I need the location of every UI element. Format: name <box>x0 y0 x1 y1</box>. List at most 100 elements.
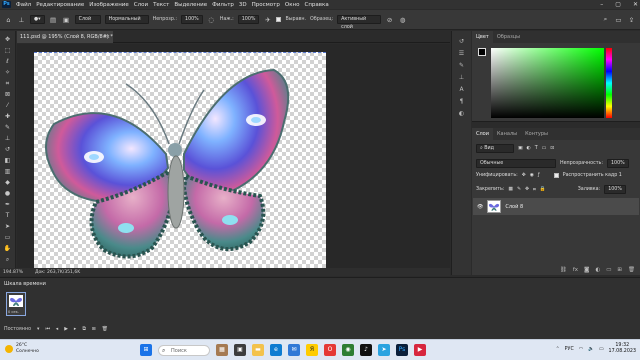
airbrush-icon[interactable]: ✈ <box>263 15 272 24</box>
layer-opacity-input[interactable]: 100% <box>607 159 629 168</box>
tray-chevron-icon[interactable]: ⌃ <box>556 347 560 352</box>
layer-name[interactable]: Слой 8 <box>505 204 523 210</box>
visibility-eye-icon[interactable]: 👁 <box>477 204 483 210</box>
home-icon[interactable]: ⌂ <box>4 15 13 24</box>
clone-source-icon[interactable]: ▣ <box>62 15 71 24</box>
marquee-tool-icon[interactable]: ⬚ <box>3 46 13 55</box>
photoshop-taskbar-icon[interactable]: Ps <box>396 344 408 356</box>
frame-duration[interactable]: 0 сек. <box>8 310 19 314</box>
sample-dropdown[interactable]: Активный слой <box>337 15 382 30</box>
windows-start-icon[interactable]: ⊞ <box>140 344 152 356</box>
share-icon[interactable]: ⇪ <box>627 15 636 24</box>
telegram-icon[interactable]: ➤ <box>378 344 390 356</box>
frame-tool-icon[interactable]: ⊠ <box>3 90 13 99</box>
lock-artboard-icon[interactable]: ⌗ <box>533 187 536 193</box>
filter-pixel-icon[interactable]: ▣ <box>518 146 523 151</box>
unify-visibility-icon[interactable]: ◉ <box>530 173 534 178</box>
brush-settings-icon[interactable]: ▤ <box>49 15 58 24</box>
clone-stamp-icon[interactable]: ⊥ <box>17 15 26 24</box>
lock-all-icon[interactable]: 🔒 <box>540 187 546 192</box>
media-app-icon[interactable]: ▶ <box>414 344 426 356</box>
add-mask-icon[interactable]: ◙ <box>584 267 589 273</box>
blur-tool-icon[interactable]: ◆ <box>3 178 13 187</box>
link-layers-icon[interactable]: ⛓ <box>560 267 567 273</box>
menu-help[interactable]: Справка <box>304 2 328 8</box>
history-brush-tool-icon[interactable]: ↺ <box>3 145 13 154</box>
filter-smart-icon[interactable]: ⊡ <box>550 146 554 151</box>
propagate-checkbox[interactable] <box>553 173 559 178</box>
zoom-tool-icon[interactable]: ⌕ <box>3 255 13 264</box>
weather-widget[interactable]: 26°C Солнечно <box>5 343 39 355</box>
panel-foreground-swatch[interactable] <box>478 48 486 56</box>
gradient-tool-icon[interactable]: ▥ <box>3 167 13 176</box>
layer-row[interactable]: 👁 Слой 8 <box>473 198 639 215</box>
first-frame-icon[interactable]: ⏮ <box>45 326 49 332</box>
ignore-adjustment-icon[interactable]: ⊘ <box>385 15 394 24</box>
menu-edit[interactable]: Редактирование <box>36 2 84 8</box>
menu-select[interactable]: Выделение <box>174 2 207 8</box>
pressure-opacity-icon[interactable]: ◌ <box>207 15 216 24</box>
adjustments-icon[interactable]: ◐ <box>457 109 467 118</box>
mail-icon[interactable]: ✉ <box>288 344 300 356</box>
timeline-title[interactable]: Шкала времени <box>4 281 46 287</box>
widget-image-icon[interactable]: ▦ <box>216 344 228 356</box>
eraser-tool-icon[interactable]: ◧ <box>3 156 13 165</box>
menu-image[interactable]: Изображение <box>89 2 129 8</box>
timeline-frame[interactable]: 0 сек. <box>6 292 26 316</box>
canvas-area[interactable] <box>17 44 450 268</box>
delete-layer-icon[interactable]: 🗑 <box>628 267 635 273</box>
eyedropper-tool-icon[interactable]: ⁄ <box>3 101 13 110</box>
lock-position-icon[interactable]: ✥ <box>525 187 529 192</box>
lock-pixels-icon[interactable]: ▦ <box>508 187 513 192</box>
menu-filter[interactable]: Фильтр <box>212 2 234 8</box>
align-checkbox[interactable] <box>276 17 282 22</box>
color-picker-field[interactable] <box>491 48 604 118</box>
healing-brush-tool-icon[interactable]: ✚ <box>3 112 13 121</box>
close-button[interactable]: ✕ <box>633 1 638 8</box>
wifi-icon[interactable]: ◠ <box>579 347 583 352</box>
pen-tool-icon[interactable]: ✒ <box>3 200 13 209</box>
menu-file[interactable]: Файл <box>16 2 31 8</box>
lock-paint-icon[interactable]: ✎ <box>517 187 521 192</box>
pressure-size-icon[interactable]: ◍ <box>398 15 407 24</box>
tab-color[interactable]: Цвет <box>472 31 493 43</box>
edge-icon[interactable]: e <box>270 344 282 356</box>
properties-icon[interactable]: ☰ <box>457 49 467 58</box>
tab-swatches[interactable]: Образцы <box>493 31 524 43</box>
new-frame-icon[interactable]: ⊞ <box>92 327 96 332</box>
clone-source-panel-icon[interactable]: ⊥ <box>457 73 467 82</box>
brush-tool-icon[interactable]: ✎ <box>3 123 13 132</box>
type-tool-icon[interactable]: T <box>3 211 13 220</box>
close-tab-icon[interactable]: × <box>106 31 110 43</box>
yandex-icon[interactable]: Я <box>306 344 318 356</box>
prev-frame-icon[interactable]: ◂ <box>56 327 58 332</box>
file-explorer-icon[interactable]: ▬ <box>252 344 264 356</box>
dodge-tool-icon[interactable]: ● <box>3 189 13 198</box>
filter-type-icon[interactable]: T <box>535 146 538 151</box>
path-selection-tool-icon[interactable]: ➤ <box>3 222 13 231</box>
layer-style-icon[interactable]: fx <box>573 267 578 273</box>
history-icon[interactable]: ↺ <box>457 37 467 46</box>
menu-3d[interactable]: 3D <box>239 2 247 8</box>
unify-style-icon[interactable]: ƒ <box>538 173 540 178</box>
fill-input[interactable]: 100% <box>604 185 626 194</box>
document-tab[interactable]: 111.psd @ 195% (Слой 8, RGB/8#) * × <box>17 31 113 43</box>
brush-panel-icon[interactable]: ✎ <box>457 61 467 70</box>
blend-mode-dropdown[interactable]: Обычные <box>476 159 556 168</box>
task-view-icon[interactable]: ▣ <box>234 344 246 356</box>
filter-adjust-icon[interactable]: ◐ <box>527 146 531 151</box>
hue-slider[interactable] <box>606 48 612 118</box>
tab-layers[interactable]: Слои <box>472 128 493 140</box>
delete-frame-icon[interactable]: 🗑 <box>102 327 108 332</box>
new-layer-icon[interactable]: ⊞ <box>617 267 622 273</box>
filter-shape-icon[interactable]: ▭ <box>542 146 547 151</box>
menu-type[interactable]: Текст <box>153 2 169 8</box>
tween-icon[interactable]: ⧉ <box>82 326 85 332</box>
mode-dropdown[interactable]: Нормальный <box>104 15 149 24</box>
layer-filter-dropdown[interactable]: ⌕ Вид <box>476 144 514 153</box>
menu-view[interactable]: Просмотр <box>252 2 280 8</box>
menu-window[interactable]: Окно <box>285 2 300 8</box>
language-indicator[interactable]: РУС <box>565 347 574 352</box>
menu-layers[interactable]: Слои <box>134 2 148 8</box>
brush-size-dropdown[interactable]: ●▾ <box>30 15 45 24</box>
